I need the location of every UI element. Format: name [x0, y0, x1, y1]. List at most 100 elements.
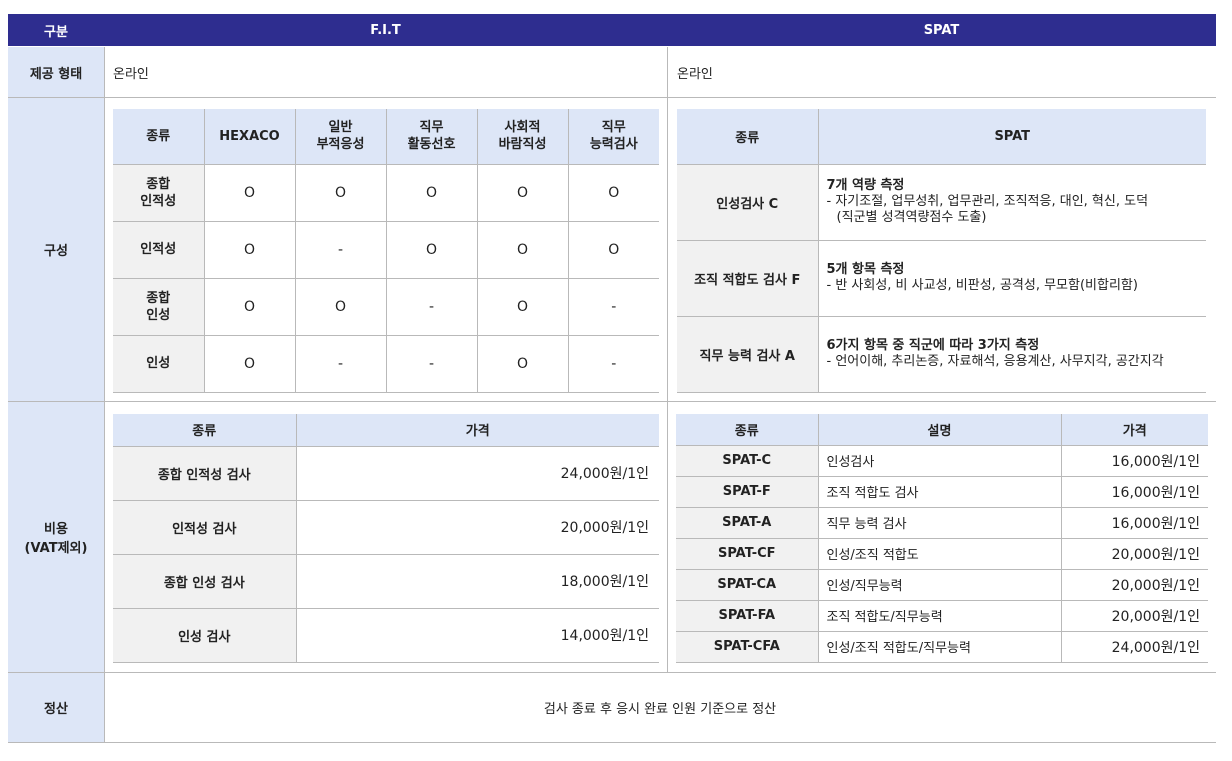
table-cell: O	[567, 164, 659, 222]
price-cell: 20,000원/1인	[1060, 600, 1208, 632]
row-header: SPAT-CA	[676, 569, 818, 601]
table-row: SPAT-A 직무 능력 검사 16,000원/1인	[676, 507, 1208, 539]
table-header: 종류	[676, 414, 818, 446]
table-cell: -	[567, 335, 659, 393]
row-header: SPAT-C	[676, 445, 818, 477]
divider	[8, 401, 1216, 402]
fit-cost-table: 종류 가격 종합 인적성 검사 24,000원/1인 인적성 검사 20,000…	[113, 414, 659, 663]
row-header: 인성 검사	[113, 608, 296, 663]
price-cell: 16,000원/1인	[1060, 507, 1208, 539]
price-cell: 20,000원/1인	[1060, 538, 1208, 570]
table-row: 종합 인성 O O - O -	[113, 278, 659, 336]
fit-composition-table: 종류 HEXACO 일반 부적응성 직무 활동선호 사회적 바람직성 직무 능력…	[113, 109, 659, 393]
row-description: 6가지 항목 중 직군에 따라 3가지 측정 - 언어이해, 추리논증, 자료해…	[817, 316, 1206, 393]
row-header: 조직 적합도 검사 F	[677, 240, 818, 317]
row-header: 종합 인적성	[113, 164, 204, 222]
description-cell: 인성/조직 적합도	[817, 538, 1061, 570]
table-cell: O	[203, 164, 295, 222]
row-header: 인적성 검사	[113, 500, 296, 555]
table-header: 사회적 바람직성	[476, 109, 568, 165]
table-cell: O	[294, 164, 386, 222]
row-description: 5개 항목 측정 - 반 사회성, 비 사교성, 비판성, 공격성, 무모함(비…	[817, 240, 1206, 317]
table-row: SPAT-CA 인성/직무능력 20,000원/1인	[676, 569, 1208, 601]
description-cell: 조직 적합도 검사	[817, 476, 1061, 508]
table-header: 직무 능력검사	[567, 109, 659, 165]
divider	[8, 672, 1216, 673]
table-row: 인성 검사 14,000원/1인	[113, 608, 659, 663]
description-cell: 직무 능력 검사	[817, 507, 1061, 539]
price-cell: 20,000원/1인	[295, 500, 659, 555]
price-cell: 24,000원/1인	[1060, 631, 1208, 663]
row-header: 인성검사 C	[677, 164, 818, 241]
description-detail-note: (직군별 성격역량점수 도출)	[836, 210, 987, 225]
description-cell: 인성/조직 적합도/직무능력	[817, 631, 1061, 663]
spat-cost-table: 종류 설명 가격 SPAT-C 인성검사 16,000원/1인 SPAT-F 조…	[676, 414, 1208, 663]
table-row: SPAT-CFA 인성/조직 적합도/직무능력 24,000원/1인	[676, 631, 1208, 663]
provision-fit-value: 온라인	[113, 66, 149, 82]
header-spat-title: SPAT	[667, 14, 1216, 46]
price-cell: 16,000원/1인	[1060, 445, 1208, 477]
row-label-provision: 제공 형태	[8, 47, 104, 97]
table-row: 조직 적합도 검사 F 5개 항목 측정 - 반 사회성, 비 사교성, 비판성…	[677, 240, 1206, 317]
price-cell: 18,000원/1인	[295, 554, 659, 609]
table-cell: -	[567, 278, 659, 336]
description-cell: 인성/직무능력	[817, 569, 1061, 601]
table-cell: -	[294, 221, 386, 279]
table-cell: -	[294, 335, 386, 393]
table-cell: O	[203, 278, 295, 336]
table-cell: O	[476, 278, 568, 336]
row-header: SPAT-CF	[676, 538, 818, 570]
table-row: 인적성 O - O O O	[113, 221, 659, 279]
table-cell: O	[476, 164, 568, 222]
table-header: 설명	[817, 414, 1061, 446]
table-cell: O	[476, 221, 568, 279]
row-header: 종합 인성 검사	[113, 554, 296, 609]
spat-composition-table: 종류 SPAT 인성검사 C 7개 역량 측정 - 자기조절, 업무성취, 업무…	[677, 109, 1206, 393]
table-header: 가격	[1060, 414, 1208, 446]
table-header: 직무 활동선호	[385, 109, 477, 165]
row-header: SPAT-A	[676, 507, 818, 539]
table-row: 인성검사 C 7개 역량 측정 - 자기조절, 업무성취, 업무관리, 조직적응…	[677, 164, 1206, 241]
table-row: 직무 능력 검사 A 6가지 항목 중 직군에 따라 3가지 측정 - 언어이해…	[677, 316, 1206, 393]
table-header: 일반 부적응성	[294, 109, 386, 165]
description-cell: 인성검사	[817, 445, 1061, 477]
row-header: 인성	[113, 335, 204, 393]
table-row: SPAT-F 조직 적합도 검사 16,000원/1인	[676, 476, 1208, 508]
row-header: 종합 인성	[113, 278, 204, 336]
divider	[8, 97, 1216, 98]
description-title: 5개 항목 측정	[826, 262, 905, 277]
row-description: 7개 역량 측정 - 자기조절, 업무성취, 업무관리, 조직적응, 대인, 혁…	[817, 164, 1206, 241]
price-cell: 24,000원/1인	[295, 446, 659, 501]
header-label: 구분	[8, 14, 104, 46]
row-header: 종합 인적성 검사	[113, 446, 296, 501]
description-title: 7개 역량 측정	[826, 178, 905, 193]
provision-spat-value: 온라인	[677, 66, 713, 82]
table-row: SPAT-C 인성검사 16,000원/1인	[676, 445, 1208, 477]
table-header: 종류	[113, 109, 204, 165]
table-header: 가격	[295, 414, 659, 447]
row-label-cost: 비용 (VAT제외)	[8, 402, 104, 672]
row-header: SPAT-FA	[676, 600, 818, 632]
table-cell: O	[203, 221, 295, 279]
table-row: 인적성 검사 20,000원/1인	[113, 500, 659, 555]
price-cell: 16,000원/1인	[1060, 476, 1208, 508]
table-header: 종류	[113, 414, 296, 447]
table-header: HEXACO	[203, 109, 295, 165]
table-header: 종류	[677, 109, 818, 165]
table-row: 종합 인성 검사 18,000원/1인	[113, 554, 659, 609]
description-detail: - 언어이해, 추리논증, 자료해석, 응용계산, 사무지각, 공간지각	[826, 354, 1164, 369]
table-cell: O	[476, 335, 568, 393]
description-detail: - 자기조절, 업무성취, 업무관리, 조직적응, 대인, 혁신, 도덕	[826, 194, 1149, 209]
header-fit-title: F.I.T	[104, 14, 667, 46]
table-row: 인성 O - - O -	[113, 335, 659, 393]
table-row: SPAT-FA 조직 적합도/직무능력 20,000원/1인	[676, 600, 1208, 632]
table-cell: O	[385, 221, 477, 279]
row-label-composition: 구성	[8, 98, 104, 401]
table-header: SPAT	[817, 109, 1206, 165]
row-header: SPAT-F	[676, 476, 818, 508]
row-header: 인적성	[113, 221, 204, 279]
table-cell: -	[385, 278, 477, 336]
divider	[667, 47, 668, 673]
row-label-settlement: 정산	[8, 673, 104, 742]
table-cell: O	[385, 164, 477, 222]
